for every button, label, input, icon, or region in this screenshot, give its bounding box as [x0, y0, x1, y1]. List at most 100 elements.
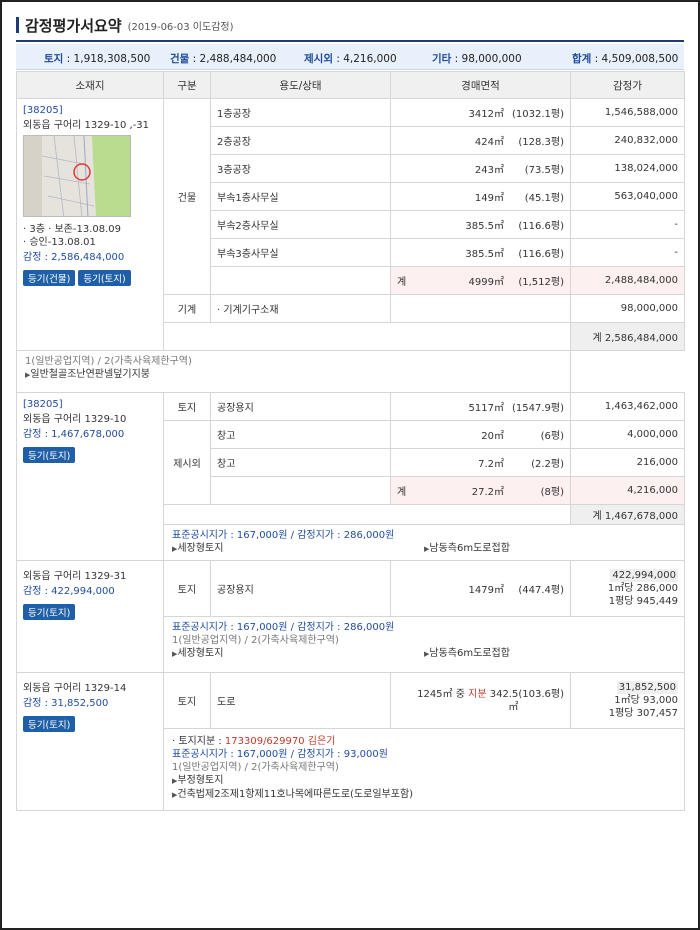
property-total: 계 1,467,678,000	[570, 504, 685, 525]
feature-text: ▶부정형토지	[172, 775, 224, 786]
category-machine: 기계	[163, 294, 211, 323]
address: 외동읍 구어리 1329-10 ,-31	[23, 120, 150, 131]
appraisal-amount: 감정 : 2,586,484,000	[23, 252, 125, 263]
title-row: 감정평가서요약 (2019-06-03 이도감정)	[16, 14, 234, 36]
property-total: 계 2,586,484,000	[570, 322, 685, 351]
registry-land-button[interactable]: 등기(토지)	[23, 604, 76, 620]
zone-text: 1(일반공업지역) / 2(가축사육제한구역)	[172, 762, 339, 773]
zone-text: 1(일반공업지역) / 2(가축사육제한구역)	[25, 356, 192, 367]
price-cell: 1,463,462,000	[570, 392, 685, 421]
use-cell: · 기계기구소재	[210, 294, 391, 323]
use-cell: 창고	[210, 448, 391, 477]
registry-land-button[interactable]: 등기(토지)	[23, 447, 76, 463]
use-cell: 공장용지	[210, 392, 391, 421]
category-building: 건물	[163, 98, 211, 295]
area-cell: 20㎡ (6평)	[390, 420, 571, 449]
header-location: 소재지	[16, 71, 164, 99]
map-thumbnail-icon	[24, 136, 130, 216]
category-land: 토지	[163, 392, 211, 421]
address: 외동읍 구어리 1329-10	[23, 414, 127, 425]
use-cell: 1층공장	[210, 98, 391, 127]
area-cell: 385.5㎡ (116.6평)	[390, 210, 571, 239]
area-cell: 1479㎡ (447.4평)	[390, 560, 571, 617]
address: 외동읍 구어리 1329-31	[23, 571, 127, 582]
use-cell: 창고	[210, 420, 391, 449]
category-land: 토지	[163, 672, 211, 729]
table-row: [38205] 외동읍 구어리 1329-10 ,-31 · 3층 · 보존-1…	[16, 98, 685, 351]
page-title: 감정평가서요약	[25, 16, 122, 35]
page-subtitle: (2019-06-03 이도감정)	[127, 21, 234, 33]
property-2-location: [38205] 외동읍 구어리 1329-10 감정 : 1,467,678,0…	[16, 392, 164, 561]
price-cell: 216,000	[570, 448, 685, 477]
official-price-text: 표준공시지가 : 167,000원 / 감정지가 : 93,000원	[172, 749, 388, 760]
use-cell: 2층공장	[210, 126, 391, 155]
note-row: 1(일반공업지역) / 2(가축사육제한구역) ▶일반철골조난연판넬덮기지붕	[16, 350, 685, 393]
subtotal-area: 계 4999㎡ (1,512평)	[390, 266, 571, 295]
appraisal-amount: 감정 : 422,994,000	[23, 586, 115, 597]
property-3-note: 표준공시지가 : 167,000원 / 감정지가 : 286,000원 1(일반…	[163, 616, 685, 673]
header-area: 경매면적	[390, 71, 571, 99]
price-cell: 98,000,000	[570, 294, 685, 323]
summary-total: 합계 : 4,509,008,500	[572, 53, 679, 65]
use-cell: 3층공장	[210, 154, 391, 183]
use-cell: 부속1층사무실	[210, 182, 391, 211]
building-info: · 3층 · 보존-13.08.09	[23, 224, 121, 235]
price-cell: 563,040,000	[570, 182, 685, 211]
price-cell: 138,024,000	[570, 154, 685, 183]
subtotal-area: 계 27.2㎡ (8평)	[390, 476, 571, 505]
area-cell: 7.2㎡ (2.2평)	[390, 448, 571, 477]
price-cell: 4,000,000	[570, 420, 685, 449]
category-extra: 제시외	[163, 420, 211, 505]
table-row: 외동읍 구어리 1329-31 감정 : 422,994,000 등기(토지) …	[16, 560, 685, 673]
price-cell: 1,546,588,000	[570, 98, 685, 127]
area-cell: 5117㎡ (1547.9평)	[390, 392, 571, 421]
appraisal-amount: 감정 : 31,852,500	[23, 698, 109, 709]
zip-code: [38205]	[23, 399, 63, 410]
summary-land: 토지 : 1,918,308,500	[44, 53, 151, 65]
zip-code: [38205]	[23, 105, 63, 116]
area-cell: 1245㎡ 중 지분 342.5 ㎡ (103.6평)	[390, 672, 571, 729]
price-cell: 422,994,000 1㎡당 286,000 1평당 945,449	[570, 560, 685, 617]
summary-bar: 토지 : 1,918,308,500 건물 : 2,488,484,000 제시…	[16, 44, 684, 70]
property-1-location: [38205] 외동읍 구어리 1329-10 ,-31 · 3층 · 보존-1…	[16, 98, 164, 351]
property-4-note: · 토지지분 : 173309/629970 김은기 표준공시지가 : 167,…	[163, 728, 685, 811]
zone-text: 1(일반공업지역) / 2(가축사육제한구역)	[172, 635, 339, 646]
summary-building: 건물 : 2,488,484,000	[170, 53, 277, 65]
feature-text: ▶일반철골조난연판넬덮기지붕	[25, 369, 150, 380]
area-cell: 149㎡ (45.1평)	[390, 182, 571, 211]
approval-info: · 승인-13.08.01	[23, 237, 96, 248]
feature-text: ▶건축법제2조제1항제11호나목에따른도로(도로일부포함)	[172, 789, 414, 800]
header-category: 구분	[163, 71, 211, 99]
price-cell: -	[570, 238, 685, 267]
title-accent-bar	[16, 17, 19, 33]
registry-land-button[interactable]: 등기(토지)	[78, 270, 131, 286]
use-cell: 부속3층사무실	[210, 238, 391, 267]
price-cell: 31,852,500 1㎡당 93,000 1평당 307,457	[570, 672, 685, 729]
area-cell: 3412㎡ (1032.1평)	[390, 98, 571, 127]
appraisal-table: 소재지 구분 용도/상태 경매면적 감정가 [38205] 외동읍 구어리 13…	[16, 71, 685, 811]
property-3-location: 외동읍 구어리 1329-31 감정 : 422,994,000 등기(토지)	[16, 560, 164, 673]
header-price: 감정가	[570, 71, 685, 99]
area-cell: 243㎡ (73.5평)	[390, 154, 571, 183]
property-2-note: 표준공시지가 : 167,000원 / 감정지가 : 286,000원 ▶세장형…	[163, 524, 685, 561]
category-land: 토지	[163, 560, 211, 617]
property-4-location: 외동읍 구어리 1329-14 감정 : 31,852,500 등기(토지)	[16, 672, 164, 811]
price-cell: -	[570, 210, 685, 239]
subtotal-price: 4,216,000	[570, 476, 685, 505]
registry-building-button[interactable]: 등기(건물)	[23, 270, 76, 286]
official-price-text: 표준공시지가 : 167,000원 / 감정지가 : 286,000원	[172, 622, 395, 633]
use-cell: 부속2층사무실	[210, 210, 391, 239]
site-map-image[interactable]	[23, 135, 131, 217]
share-text: · 토지지분 : 173309/629970 김은기	[172, 736, 336, 747]
title-divider	[16, 40, 684, 42]
use-cell: 도로	[210, 672, 391, 729]
feature-text: ▶세장형토지 ▶남동측6m도로접합	[172, 648, 510, 659]
property-1-note: 1(일반공업지역) / 2(가축사육제한구역) ▶일반철골조난연판넬덮기지붕	[16, 350, 571, 393]
summary-etc: 기타 : 98,000,000	[432, 53, 522, 65]
registry-land-button[interactable]: 등기(토지)	[23, 716, 76, 732]
address: 외동읍 구어리 1329-14	[23, 683, 127, 694]
table-row: [38205] 외동읍 구어리 1329-10 감정 : 1,467,678,0…	[16, 392, 685, 561]
use-cell: 공장용지	[210, 560, 391, 617]
price-cell: 240,832,000	[570, 126, 685, 155]
feature-text: ▶세장형토지 ▶남동측6m도로접합	[172, 543, 510, 554]
